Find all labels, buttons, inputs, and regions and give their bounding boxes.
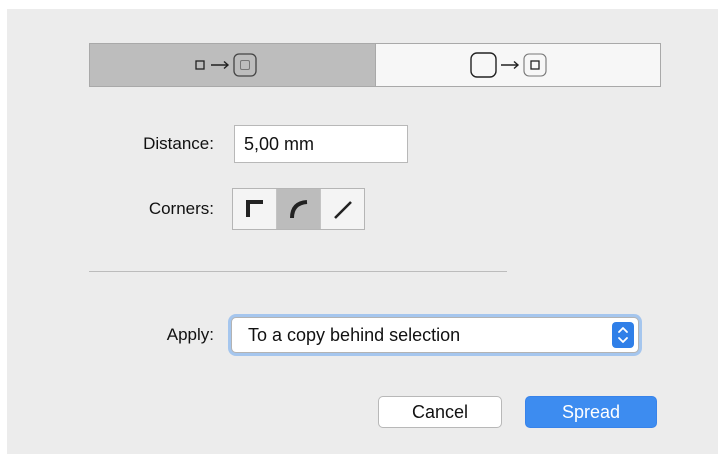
- shrink-inward-icon: [470, 52, 547, 78]
- mode-segmented-control: [89, 43, 661, 87]
- expand-outward-icon: [195, 53, 257, 77]
- cancel-button[interactable]: Cancel: [378, 396, 502, 428]
- square-corner-icon: [245, 200, 263, 217]
- corners-label: Corners:: [148, 199, 214, 218]
- corner-option-round[interactable]: [276, 189, 320, 229]
- corners-segmented-control: [232, 188, 365, 230]
- bevel-corner-icon: [333, 201, 352, 219]
- segment-expand-outward[interactable]: [90, 44, 375, 86]
- spread-dialog: Distance: Corners: Apply: To a copy behi…: [7, 9, 718, 454]
- round-corner-icon: [289, 200, 307, 219]
- distance-label: Distance:: [143, 134, 214, 153]
- up-down-chevron-icon: [612, 322, 634, 348]
- apply-label: Apply:: [166, 325, 214, 344]
- segment-shrink-inward[interactable]: [374, 44, 661, 86]
- section-divider: [89, 271, 507, 272]
- corner-option-square[interactable]: [233, 189, 276, 229]
- spread-button[interactable]: Spread: [525, 396, 657, 428]
- apply-selected-value: To a copy behind selection: [248, 325, 461, 345]
- corner-option-bevel[interactable]: [320, 189, 364, 229]
- distance-input[interactable]: [234, 125, 408, 163]
- apply-popup-button[interactable]: To a copy behind selection: [231, 317, 639, 353]
